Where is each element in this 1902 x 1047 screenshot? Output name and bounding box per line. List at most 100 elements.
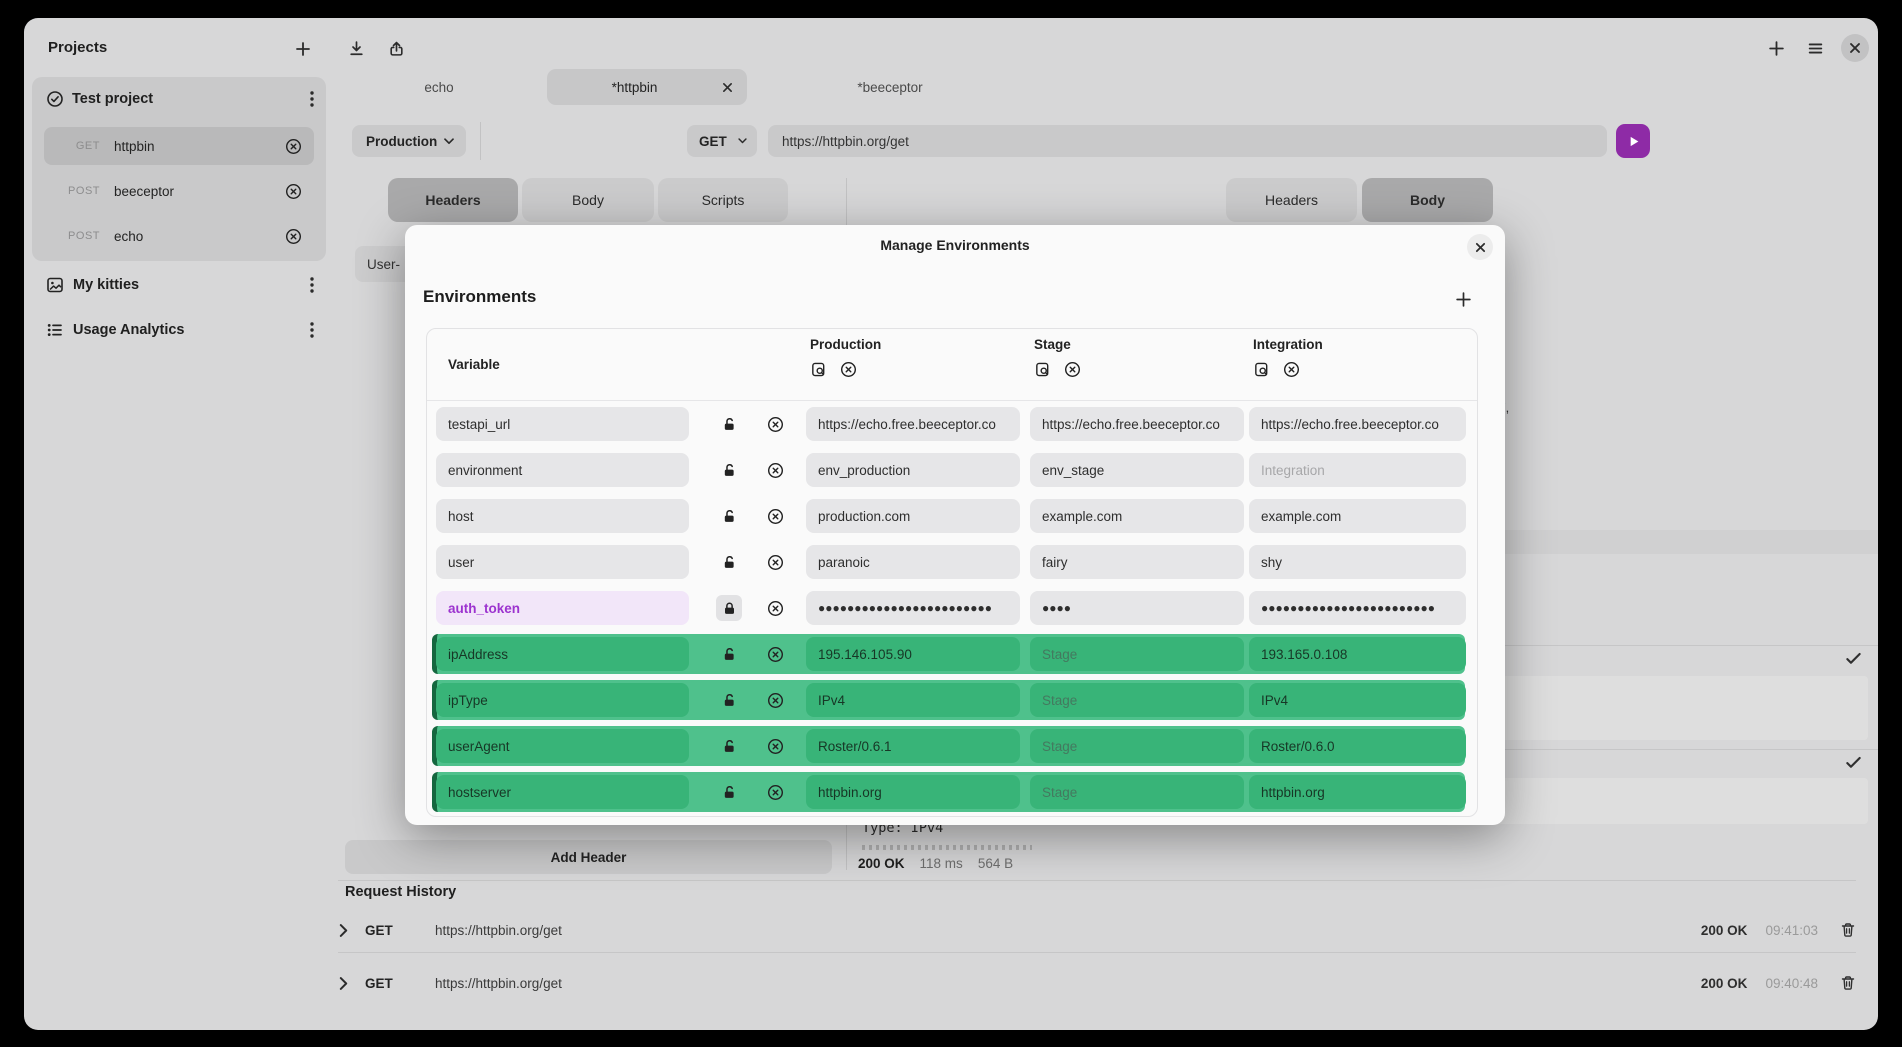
preview-environment-icon[interactable] [810, 361, 827, 378]
tab-headers[interactable]: Headers [388, 178, 518, 222]
delete-environment-icon[interactable] [1283, 361, 1300, 378]
sidebar-item-test-project[interactable]: Test project [32, 77, 326, 121]
sidebar-item-my-kitties[interactable]: My kitties [32, 267, 326, 303]
production-value-field[interactable]: 195.146.105.90 [806, 637, 1020, 671]
export-button[interactable] [383, 35, 409, 61]
preview-environment-icon[interactable] [1034, 361, 1051, 378]
lock-toggle-button[interactable] [716, 733, 742, 759]
kebab-menu-icon[interactable] [310, 322, 314, 338]
variable-name-field[interactable]: hostserver [436, 775, 689, 809]
close-circle-icon[interactable] [285, 228, 302, 245]
lock-toggle-button[interactable] [716, 503, 742, 529]
send-request-button[interactable] [1616, 124, 1650, 158]
integration-value-field[interactable]: Roster/0.6.0 [1249, 729, 1466, 763]
stage-value-field[interactable]: example.com [1030, 499, 1244, 533]
url-input[interactable]: https://httpbin.org/get [768, 125, 1607, 157]
new-request-button[interactable] [1763, 35, 1789, 61]
environment-selector[interactable]: Production [352, 125, 466, 157]
integration-value-field[interactable]: 193.165.0.108 [1249, 637, 1466, 671]
integration-value-field[interactable]: shy [1249, 545, 1466, 579]
delete-variable-button[interactable] [762, 503, 788, 529]
delete-variable-button[interactable] [762, 457, 788, 483]
lock-toggle-button[interactable] [716, 641, 742, 667]
kebab-menu-icon[interactable] [310, 277, 314, 293]
stage-value-field[interactable]: Stage [1030, 729, 1244, 763]
sidebar-item-usage-analytics[interactable]: Usage Analytics [32, 312, 326, 348]
integration-value-field[interactable]: IPv4 [1249, 683, 1466, 717]
history-row[interactable]: GEThttps://httpbin.org/get200 OK09:41:03 [338, 908, 1856, 952]
delete-environment-icon[interactable] [1064, 361, 1081, 378]
window-close-button[interactable] [1841, 34, 1869, 62]
tab-httpbin[interactable]: *httpbin [547, 69, 747, 105]
lock-toggle-button[interactable] [716, 779, 742, 805]
import-button[interactable] [343, 35, 369, 61]
preview-environment-icon[interactable] [1253, 361, 1270, 378]
integration-value-field[interactable]: https://echo.free.beeceptor.co [1249, 407, 1466, 441]
add-project-button[interactable] [290, 36, 316, 62]
variable-name-field[interactable]: ipAddress [436, 637, 689, 671]
delete-variable-button[interactable] [762, 411, 788, 437]
modal-close-button[interactable] [1467, 234, 1493, 260]
kebab-menu-icon[interactable] [310, 91, 314, 107]
lock-toggle-button[interactable] [716, 457, 742, 483]
production-value-field[interactable]: paranoic [806, 545, 1020, 579]
variable-name-field[interactable]: user [436, 545, 689, 579]
chevron-right-icon[interactable] [338, 977, 349, 990]
sidebar-item-httpbin[interactable]: GEThttpbin [44, 127, 314, 165]
production-value-field[interactable]: Roster/0.6.1 [806, 729, 1020, 763]
stage-value-field[interactable]: env_stage [1030, 453, 1244, 487]
close-circle-icon[interactable] [285, 183, 302, 200]
method-selector[interactable]: GET [687, 125, 757, 157]
lock-toggle-button[interactable] [716, 549, 742, 575]
chevron-right-icon[interactable] [338, 924, 349, 937]
delete-variable-button[interactable] [762, 779, 788, 805]
tab-body[interactable]: Body [522, 178, 654, 222]
production-value-field[interactable]: ●●●●●●●●●●●●●●●●●●●●●●●● [806, 591, 1020, 625]
delete-variable-button[interactable] [762, 733, 788, 759]
integration-value-field[interactable]: httpbin.org [1249, 775, 1466, 809]
variable-name-field[interactable]: auth_token [436, 591, 689, 625]
variable-name-field[interactable]: userAgent [436, 729, 689, 763]
tab-body[interactable]: Body [1362, 178, 1493, 222]
variable-name-field[interactable]: host [436, 499, 689, 533]
production-value-field[interactable]: production.com [806, 499, 1020, 533]
stage-value-field[interactable]: Stage [1030, 683, 1244, 717]
app-menu-button[interactable] [1802, 35, 1828, 61]
production-value-field[interactable]: env_production [806, 453, 1020, 487]
lock-toggle-button[interactable] [716, 595, 742, 621]
stage-value-field[interactable]: Stage [1030, 637, 1244, 671]
delete-history-button[interactable] [1840, 975, 1856, 991]
lock-toggle-button[interactable] [716, 687, 742, 713]
delete-history-button[interactable] [1840, 922, 1856, 938]
add-header-button[interactable]: Add Header [345, 840, 832, 874]
close-circle-icon[interactable] [285, 138, 302, 155]
lock-toggle-button[interactable] [716, 411, 742, 437]
delete-variable-button[interactable] [762, 641, 788, 667]
variable-name-field[interactable]: ipType [436, 683, 689, 717]
integration-value-field[interactable]: example.com [1249, 499, 1466, 533]
stage-value-field[interactable]: fairy [1030, 545, 1244, 579]
stage-value-field[interactable]: ●●●● [1030, 591, 1244, 625]
variable-name-field[interactable]: environment [436, 453, 689, 487]
delete-variable-button[interactable] [762, 549, 788, 575]
production-value-field[interactable]: httpbin.org [806, 775, 1020, 809]
sidebar-item-beeceptor[interactable]: POSTbeeceptor [44, 172, 314, 210]
tab-beeceptor[interactable]: *beeceptor [830, 69, 950, 105]
integration-value-field[interactable]: ●●●●●●●●●●●●●●●●●●●●●●●● [1249, 591, 1466, 625]
variable-name-field[interactable]: testapi_url [436, 407, 689, 441]
production-value-field[interactable]: https://echo.free.beeceptor.co [806, 407, 1020, 441]
tab-echo[interactable]: echo [400, 69, 478, 105]
delete-environment-icon[interactable] [840, 361, 857, 378]
delete-variable-button[interactable] [762, 687, 788, 713]
production-value-field[interactable]: IPv4 [806, 683, 1020, 717]
tab-headers[interactable]: Headers [1226, 178, 1357, 222]
integration-value-field[interactable]: Integration [1249, 453, 1466, 487]
stage-value-field[interactable]: https://echo.free.beeceptor.co [1030, 407, 1244, 441]
delete-variable-button[interactable] [762, 595, 788, 621]
close-icon[interactable] [722, 82, 733, 93]
stage-value-field[interactable]: Stage [1030, 775, 1244, 809]
history-row[interactable]: GEThttps://httpbin.org/get200 OK09:40:48 [338, 961, 1856, 1005]
add-environment-button[interactable] [1451, 287, 1475, 311]
sidebar-item-echo[interactable]: POSTecho [44, 217, 314, 255]
tab-scripts[interactable]: Scripts [658, 178, 788, 222]
